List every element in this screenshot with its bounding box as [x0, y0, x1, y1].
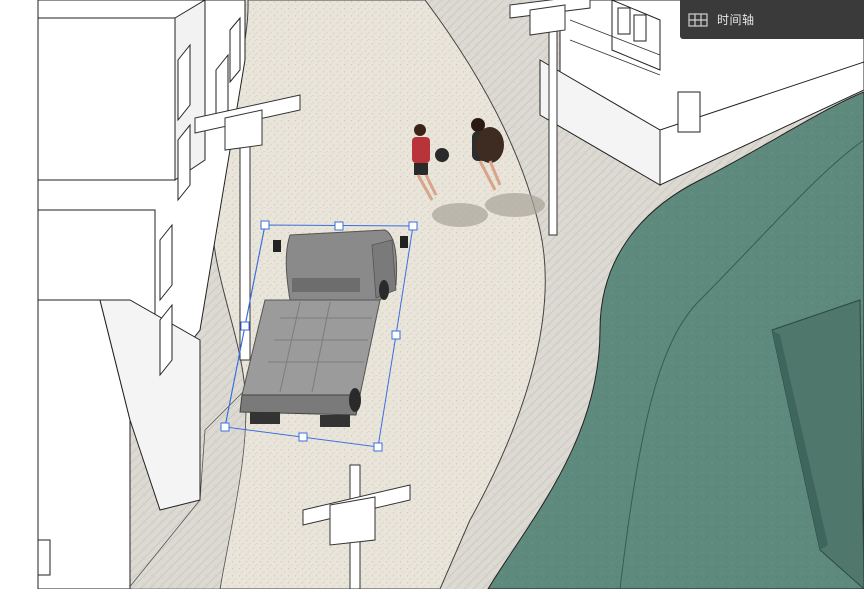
timeline-icon [688, 12, 708, 27]
modeling-viewport[interactable] [0, 0, 864, 589]
timeline-panel[interactable]: 时间轴 [680, 0, 864, 39]
timeline-panel-title: 时间轴 [717, 13, 755, 27]
